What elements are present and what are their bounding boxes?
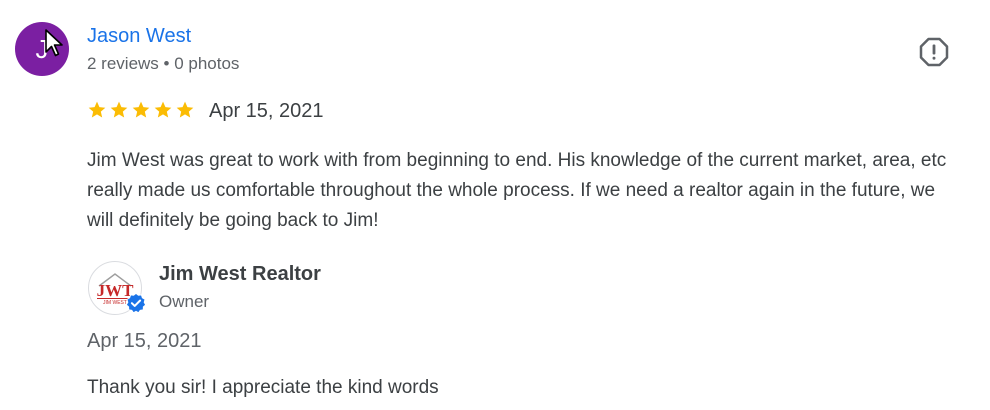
verified-badge-icon (125, 292, 147, 314)
logo-subtext: JIM WEST (103, 300, 127, 306)
star-icon (88, 101, 106, 118)
star-icon (176, 101, 194, 118)
star-icon (154, 101, 172, 118)
review-date: Apr 15, 2021 (209, 100, 324, 122)
report-flag-icon[interactable] (918, 36, 950, 68)
star-icon (110, 101, 128, 118)
review-text: Jim West was great to work with from beg… (87, 150, 947, 231)
star-rating (87, 100, 195, 120)
mouse-cursor-icon (45, 29, 63, 57)
reply-text: Thank you sir! I appreciate the kind wor… (87, 377, 439, 398)
owner-name[interactable]: Jim West Realtor (159, 263, 321, 286)
reviewer-meta[interactable]: 2 reviews • 0 photos (87, 54, 239, 74)
star-icon (132, 101, 150, 118)
owner-role: Owner (159, 292, 210, 311)
reviewer-name-link[interactable]: Jason West (87, 25, 191, 48)
reply-date: Apr 15, 2021 (87, 330, 202, 352)
